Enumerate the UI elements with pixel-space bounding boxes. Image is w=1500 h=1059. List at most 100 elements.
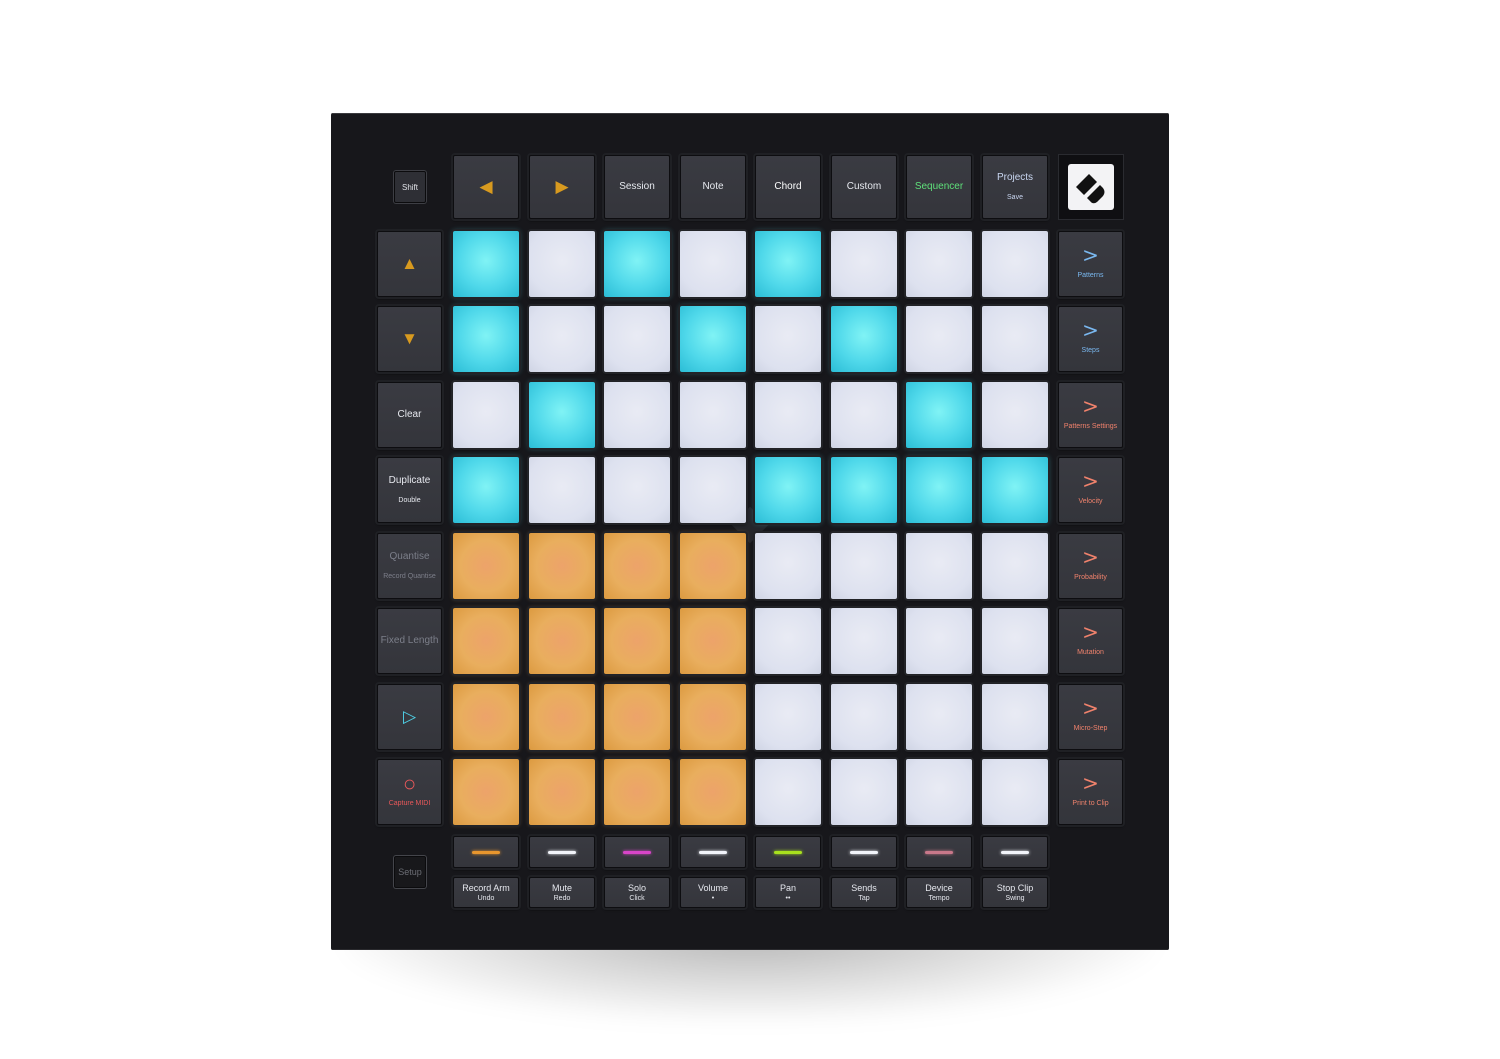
grid-pad[interactable] (453, 231, 519, 297)
track-select-button[interactable] (680, 836, 746, 868)
right-button-patterns-settings[interactable]: > Patterns Settings (1058, 382, 1123, 448)
grid-pad[interactable] (982, 608, 1048, 674)
left-button-quantise[interactable]: Quantise Record Quantise (377, 533, 442, 599)
grid-pad[interactable] (906, 231, 972, 297)
grid-pad[interactable] (604, 306, 670, 372)
grid-pad[interactable] (906, 457, 972, 523)
top-button-projects[interactable]: Projects Save (982, 155, 1048, 219)
grid-pad[interactable] (604, 533, 670, 599)
grid-pad[interactable] (906, 759, 972, 825)
bottom-button-volume[interactable]: Volume • (680, 877, 746, 908)
grid-pad[interactable] (604, 231, 670, 297)
top-button-custom[interactable]: Custom (831, 155, 897, 219)
top-button-sequencer[interactable]: Sequencer (906, 155, 972, 219)
left-button-duplicate[interactable]: Duplicate Double (377, 457, 442, 523)
grid-pad[interactable] (906, 306, 972, 372)
bottom-button-solo[interactable]: Solo Click (604, 877, 670, 908)
left-button-play[interactable]: ▷ (377, 684, 442, 750)
grid-pad[interactable] (453, 306, 519, 372)
left-button-clear[interactable]: Clear (377, 382, 442, 448)
grid-pad[interactable] (831, 608, 897, 674)
grid-pad[interactable] (982, 382, 1048, 448)
shift-button[interactable]: Shift (394, 171, 426, 203)
grid-pad[interactable] (831, 382, 897, 448)
grid-pad[interactable] (453, 759, 519, 825)
grid-pad[interactable] (755, 231, 821, 297)
grid-pad[interactable] (906, 608, 972, 674)
grid-pad[interactable] (529, 533, 595, 599)
track-select-button[interactable] (755, 836, 821, 868)
grid-pad[interactable] (453, 608, 519, 674)
bottom-button-sends[interactable]: Sends Tap (831, 877, 897, 908)
grid-pad[interactable] (755, 533, 821, 599)
grid-pad[interactable] (453, 382, 519, 448)
top-button-arrow-right[interactable]: ▶ (529, 155, 595, 219)
grid-pad[interactable] (529, 306, 595, 372)
top-button-note[interactable]: Note (680, 155, 746, 219)
top-button-session[interactable]: Session (604, 155, 670, 219)
grid-pad[interactable] (680, 684, 746, 750)
grid-pad[interactable] (529, 231, 595, 297)
right-button-print-to-clip[interactable]: > Print to Clip (1058, 759, 1123, 825)
track-select-button[interactable] (529, 836, 595, 868)
grid-pad[interactable] (453, 684, 519, 750)
grid-pad[interactable] (680, 231, 746, 297)
grid-pad[interactable] (529, 759, 595, 825)
grid-pad[interactable] (529, 608, 595, 674)
setup-button[interactable]: Setup (394, 856, 426, 888)
left-button-arrow-up[interactable]: ▲ (377, 231, 442, 297)
logo-button[interactable] (1058, 154, 1124, 220)
grid-pad[interactable] (680, 306, 746, 372)
grid-pad[interactable] (755, 684, 821, 750)
grid-pad[interactable] (680, 533, 746, 599)
grid-pad[interactable] (982, 533, 1048, 599)
grid-pad[interactable] (982, 306, 1048, 372)
grid-pad[interactable] (831, 231, 897, 297)
right-button-patterns[interactable]: > Patterns (1058, 231, 1123, 297)
bottom-button-device[interactable]: Device Tempo (906, 877, 972, 908)
grid-pad[interactable] (604, 684, 670, 750)
grid-pad[interactable] (755, 608, 821, 674)
grid-pad[interactable] (680, 608, 746, 674)
right-button-velocity[interactable]: > Velocity (1058, 457, 1123, 523)
grid-pad[interactable] (680, 759, 746, 825)
right-button-probability[interactable]: > Probability (1058, 533, 1123, 599)
grid-pad[interactable] (982, 457, 1048, 523)
grid-pad[interactable] (906, 382, 972, 448)
left-button-fixed-length[interactable]: Fixed Length (377, 608, 442, 674)
grid-pad[interactable] (831, 533, 897, 599)
grid-pad[interactable] (604, 608, 670, 674)
track-select-button[interactable] (604, 836, 670, 868)
grid-pad[interactable] (831, 457, 897, 523)
bottom-button-pan[interactable]: Pan •• (755, 877, 821, 908)
grid-pad[interactable] (604, 457, 670, 523)
grid-pad[interactable] (982, 759, 1048, 825)
grid-pad[interactable] (755, 759, 821, 825)
grid-pad[interactable] (831, 759, 897, 825)
grid-pad[interactable] (906, 684, 972, 750)
grid-pad[interactable] (982, 684, 1048, 750)
top-button-arrow-left[interactable]: ◀ (453, 155, 519, 219)
grid-pad[interactable] (529, 382, 595, 448)
track-select-button[interactable] (982, 836, 1048, 868)
grid-pad[interactable] (680, 382, 746, 448)
grid-pad[interactable] (982, 231, 1048, 297)
grid-pad[interactable] (755, 457, 821, 523)
bottom-button-record-arm[interactable]: Record Arm Undo (453, 877, 519, 908)
grid-pad[interactable] (453, 457, 519, 523)
grid-pad[interactable] (680, 457, 746, 523)
bottom-button-mute[interactable]: Mute Redo (529, 877, 595, 908)
left-button-arrow-down[interactable]: ▼ (377, 306, 442, 372)
grid-pad[interactable] (831, 684, 897, 750)
top-button-chord[interactable]: Chord (755, 155, 821, 219)
bottom-button-stop-clip[interactable]: Stop Clip Swing (982, 877, 1048, 908)
track-select-button[interactable] (906, 836, 972, 868)
grid-pad[interactable] (604, 759, 670, 825)
track-select-button[interactable] (453, 836, 519, 868)
grid-pad[interactable] (906, 533, 972, 599)
track-select-button[interactable] (831, 836, 897, 868)
grid-pad[interactable] (755, 306, 821, 372)
grid-pad[interactable] (529, 457, 595, 523)
grid-pad[interactable] (529, 684, 595, 750)
grid-pad[interactable] (831, 306, 897, 372)
